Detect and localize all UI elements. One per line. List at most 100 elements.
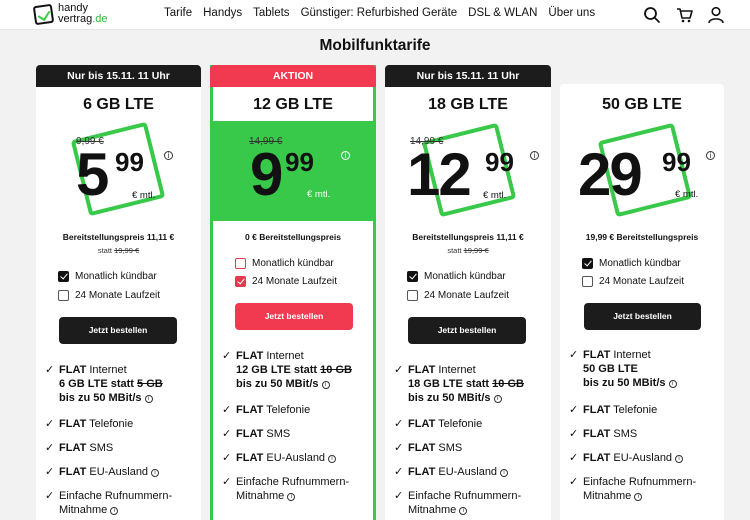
checkbox-24-months[interactable]	[235, 276, 246, 287]
feature-telefonie: ✓ FLAT Telefonie	[222, 404, 311, 416]
checkbox-24-months[interactable]	[58, 290, 69, 301]
info-icon[interactable]: i	[500, 469, 509, 477]
feature-rufnummernmitnahme: ✓ Einfache Rufnummern- Mitnahme i	[569, 476, 697, 502]
setup-price: 0 € Bereitstellungspreis	[245, 232, 341, 242]
order-button[interactable]: Jetzt bestellen	[408, 317, 526, 344]
checkbox-monthly[interactable]	[582, 258, 593, 269]
checkbox-monthly[interactable]	[235, 258, 246, 269]
feature-sms: ✓ FLAT SMS	[45, 442, 114, 454]
price-cents: 99	[115, 147, 144, 177]
tariff-card-50gb: 50 GB LTE 29 99 i € mtl. 19,99 € Bereits…	[560, 84, 724, 520]
card-banner: AKTION	[210, 65, 376, 87]
option-monthly-cancel[interactable]: Monatlich kündbar	[582, 258, 681, 269]
price-info-icon[interactable]: i	[164, 151, 173, 160]
checkbox-24-months[interactable]	[582, 276, 593, 287]
nav-item-ueber-uns[interactable]: Über uns	[548, 7, 595, 19]
feature-telefonie: ✓ FLAT Telefonie	[394, 418, 483, 430]
card-banner: Nur bis 15.11. 11 Uhr	[36, 65, 201, 87]
nav-item-dsl-wlan[interactable]: DSL & WLAN	[468, 7, 537, 19]
check-icon: ✓	[222, 350, 232, 362]
info-icon[interactable]: i	[675, 455, 684, 463]
nav-item-refurbished[interactable]: Günstiger: Refurbished Geräte	[301, 7, 458, 19]
price-info-icon[interactable]: i	[530, 151, 539, 160]
info-icon[interactable]: i	[321, 381, 330, 389]
price-euros: 29	[578, 141, 643, 208]
feature-sms: ✓ FLAT SMS	[394, 442, 463, 454]
price-per-month: € mtl.	[675, 189, 699, 200]
info-icon[interactable]: i	[110, 507, 119, 515]
setup-price: 19,99 € Bereitstellungspreis	[585, 232, 699, 242]
logo-mark-icon	[32, 3, 55, 26]
setup-old-price: statt 19,99 €	[97, 246, 140, 255]
feature-internet: ✓ FLAT Internet 12 GB LTE statt 10 GB bi…	[222, 350, 352, 390]
option-24-months[interactable]: 24 Monate Laufzeit	[58, 290, 160, 301]
tariff-card-12gb: AKTION 12 GB LTE 14,99 € 9 99 i € mtl. 0…	[210, 65, 376, 520]
feature-rufnummernmitnahme: ✓ Einfache Rufnummern- Mitnahme i	[45, 490, 173, 516]
tariff-card-18gb: Nur bis 15.11. 11 Uhr 18 GB LTE 14,99 € …	[385, 65, 551, 520]
plan-name: 6 GB LTE	[83, 96, 154, 113]
price-euros: 5	[76, 141, 109, 208]
order-button[interactable]: Jetzt bestellen	[584, 303, 701, 330]
order-button[interactable]: Jetzt bestellen	[59, 317, 177, 344]
feature-eu-ausland: ✓ FLAT EU-Ausland i	[394, 465, 509, 479]
nav-item-tablets[interactable]: Tablets	[253, 7, 289, 19]
logo-line-2: vertrag.de	[58, 13, 108, 25]
check-icon: ✓	[45, 364, 55, 376]
price-euros: 12	[407, 141, 472, 208]
check-icon: ✓	[569, 349, 579, 361]
feature-internet: ✓ FLAT Internet 18 GB LTE statt 10 GB bi…	[394, 364, 524, 404]
info-icon[interactable]: i	[459, 507, 468, 515]
plan-name: 18 GB LTE	[428, 96, 508, 113]
price-cents: 99	[485, 147, 514, 177]
price-per-month: € mtl.	[483, 190, 507, 201]
checkbox-monthly[interactable]	[58, 271, 69, 282]
price-per-month: € mtl.	[307, 189, 331, 200]
option-24-months[interactable]: 24 Monate Laufzeit	[235, 276, 337, 287]
feature-internet: ✓ FLAT Internet 50 GB LTE bis zu 50 MBit…	[569, 348, 723, 390]
plan-name: 50 GB LTE	[602, 96, 682, 113]
info-icon[interactable]: i	[493, 395, 502, 403]
page-title: Mobilfunktarife	[319, 37, 431, 54]
info-icon[interactable]: i	[287, 493, 296, 501]
logo-text: handy vertrag.de	[58, 3, 108, 25]
feature-telefonie: ✓ FLAT Telefonie	[569, 404, 658, 416]
feature-eu-ausland: ✓ FLAT EU-Ausland i	[222, 451, 337, 465]
setup-price: Bereitstellungspreis 11,11 €	[62, 232, 175, 242]
logo[interactable]: handy vertrag.de	[32, 3, 108, 26]
info-icon[interactable]: i	[634, 493, 643, 501]
price-info-icon[interactable]: i	[706, 151, 715, 160]
price-per-month: € mtl.	[132, 190, 156, 201]
checkbox-24-months[interactable]	[407, 290, 418, 301]
price-cents: 99	[285, 147, 314, 177]
setup-old-price: statt 19,99 €	[447, 246, 489, 255]
plan-name: 12 GB LTE	[253, 96, 333, 113]
price-euros: 9	[250, 141, 283, 208]
option-24-months[interactable]: 24 Monate Laufzeit	[407, 290, 509, 301]
feature-rufnummernmitnahme: ✓ Einfache Rufnummern- Mitnahme i	[222, 476, 350, 502]
info-icon[interactable]: i	[668, 380, 677, 388]
top-navigation-bar: handy vertrag.de Tarife Handys Tablets G…	[0, 0, 750, 30]
feature-telefonie: ✓ FLAT Telefonie	[45, 418, 134, 430]
order-button[interactable]: Jetzt bestellen	[235, 303, 353, 330]
price-info-icon[interactable]: i	[341, 151, 350, 160]
option-monthly-cancel[interactable]: Monatlich kündbar	[407, 271, 506, 282]
search-icon[interactable]	[643, 6, 661, 24]
option-monthly-cancel[interactable]: Monatlich kündbar	[235, 258, 334, 269]
info-icon[interactable]: i	[328, 455, 337, 463]
info-icon[interactable]: i	[144, 395, 153, 403]
check-icon: ✓	[394, 364, 404, 376]
price-cents: 99	[662, 147, 691, 177]
option-24-months[interactable]: 24 Monate Laufzeit	[582, 276, 684, 287]
option-monthly-cancel[interactable]: Monatlich kündbar	[58, 271, 157, 282]
card-banner: Nur bis 15.11. 11 Uhr	[385, 65, 551, 87]
feature-eu-ausland: ✓ FLAT EU-Ausland i	[45, 465, 160, 479]
nav-item-handys[interactable]: Handys	[203, 7, 242, 19]
info-icon[interactable]: i	[151, 469, 160, 477]
checkbox-monthly[interactable]	[407, 271, 418, 282]
feature-eu-ausland: ✓ FLAT EU-Ausland i	[569, 451, 684, 465]
user-icon[interactable]	[707, 6, 725, 24]
feature-rufnummernmitnahme: ✓ Einfache Rufnummern- Mitnahme i	[394, 490, 522, 516]
nav-item-tarife[interactable]: Tarife	[164, 7, 192, 19]
feature-internet: ✓ FLAT Internet 6 GB LTE statt 5 GB bis …	[45, 364, 163, 404]
cart-icon[interactable]	[676, 6, 694, 24]
